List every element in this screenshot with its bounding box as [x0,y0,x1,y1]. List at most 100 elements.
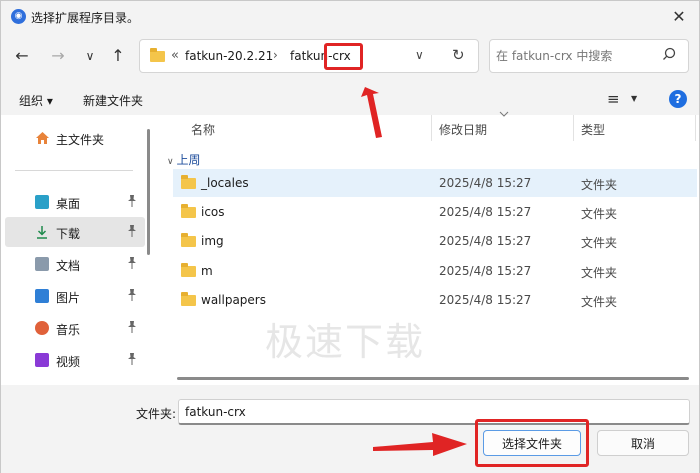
window-title: 选择扩展程序目录。 [31,11,140,25]
sidebar-item-documents[interactable]: 文档 [5,249,145,279]
watermark-text: 极速下载 [265,320,426,364]
view-options-icon[interactable]: ≡ [607,90,620,108]
file-name: _locales [201,176,249,190]
navigation-pane: 主文件夹 桌面 下载 文档 图片 音乐 视频 [1,115,151,385]
file-date: 2025/4/8 15:27 [439,234,532,248]
sidebar-item-desktop[interactable]: 桌面 [5,187,145,217]
cancel-button[interactable]: 取消 [597,430,689,456]
file-name: img [201,234,224,248]
title-bar: ◉ 选择扩展程序目录。 ✕ [1,1,699,33]
sidebar-item-videos[interactable]: 视频 [5,345,145,375]
folder-icon [181,175,196,189]
search-box[interactable] [489,39,689,73]
sidebar-item-label: 下载 [56,227,81,241]
column-header-name[interactable]: 名称 [191,121,215,138]
pin-icon[interactable] [127,321,137,336]
pin-icon[interactable] [127,289,137,304]
column-separator[interactable] [431,115,432,141]
file-row-wallpapers[interactable]: wallpapers 2025/4/8 15:27 文件夹 [173,286,697,314]
column-header-date[interactable]: 修改日期 [439,121,487,138]
help-icon[interactable]: ? [669,90,687,108]
file-date: 2025/4/8 15:27 [439,293,532,307]
column-separator[interactable] [573,115,574,141]
pin-icon[interactable] [127,353,137,368]
desktop-icon [35,195,49,209]
music-icon [35,321,49,335]
folder-icon [181,263,196,277]
file-date: 2025/4/8 15:27 [439,205,532,219]
file-type: 文件夹 [581,178,618,192]
download-icon [35,225,49,239]
app-icon: ◉ [11,9,26,24]
command-bar: 组织 ▾ 新建文件夹 ≡ ▼ ? [1,85,699,115]
file-list: 名称 修改日期 类型 ∨ 上周 _locales 2025/4/8 15:27 … [159,111,699,385]
folder-icon [181,204,196,218]
file-row-m[interactable]: m 2025/4/8 15:27 文件夹 [173,257,697,285]
sidebar-divider [15,170,133,171]
column-separator[interactable] [695,115,696,141]
sidebar-item-label: 桌面 [56,197,81,211]
annotation-highlight-address [324,43,363,70]
documents-icon [35,257,49,271]
sidebar-item-pictures[interactable]: 图片 [5,281,145,311]
folder-icon [181,233,196,247]
column-header-type[interactable]: 类型 [581,121,605,138]
horizontal-scrollbar[interactable] [177,377,689,380]
group-header-label: 上周 [176,153,201,167]
file-type: 文件夹 [581,207,618,221]
sidebar-item-music[interactable]: 音乐 [5,313,145,343]
file-type: 文件夹 [581,236,618,250]
annotation-highlight-select-button [475,419,589,467]
pictures-icon [35,289,49,303]
search-input[interactable] [496,47,656,65]
sidebar-scrollbar[interactable] [147,129,150,255]
close-button[interactable]: ✕ [667,5,691,29]
breadcrumb-item-parent[interactable]: fatkun-20.2.21 [185,49,273,63]
file-row-locales[interactable]: _locales 2025/4/8 15:27 文件夹 [173,169,697,197]
sidebar-item-home[interactable]: 主文件夹 [5,123,145,153]
dialog-footer: 文件夹: 选择文件夹 取消 [1,385,699,473]
recent-locations-button[interactable]: ∨ [79,45,101,67]
pin-icon[interactable] [127,225,137,240]
pin-icon[interactable] [127,257,137,272]
forward-button[interactable]: → [47,45,69,67]
file-dialog: ◉ 选择扩展程序目录。 ✕ ← → ∨ ↑ « fatkun-20.2.21 ›… [0,0,700,473]
file-row-img[interactable]: img 2025/4/8 15:27 文件夹 [173,227,697,255]
file-name: icos [201,205,225,219]
sort-indicator-icon [499,109,509,120]
folder-icon [150,48,165,62]
address-dropdown-icon[interactable]: ∨ [415,48,424,62]
search-icon[interactable] [662,47,676,65]
pin-icon[interactable] [127,195,137,210]
file-name: wallpapers [201,293,266,307]
sidebar-item-label: 视频 [56,355,81,369]
navigation-bar: ← → ∨ ↑ « fatkun-20.2.21 › fatkun-crx ∨ … [1,33,699,81]
refresh-icon[interactable]: ↻ [452,46,465,64]
up-button[interactable]: ↑ [107,45,129,67]
organize-menu[interactable]: 组织 ▾ [19,92,53,109]
content-area: 主文件夹 桌面 下载 文档 图片 音乐 视频 名称 修改日期 类型 ∨ 上周 _… [1,111,699,385]
address-bar[interactable]: « fatkun-20.2.21 › fatkun-crx ∨ ↻ [139,39,479,73]
file-name: m [201,264,213,278]
new-folder-button[interactable]: 新建文件夹 [83,92,143,109]
file-date: 2025/4/8 15:27 [439,176,532,190]
back-button[interactable]: ← [11,45,33,67]
sidebar-item-label: 主文件夹 [56,133,105,147]
breadcrumb-separator[interactable]: › [273,48,278,62]
sidebar-item-label: 图片 [56,291,81,305]
group-header[interactable]: ∨ 上周 [167,151,200,168]
folder-field-label: 文件夹: [136,407,177,421]
videos-icon [35,353,49,367]
sidebar-item-label: 音乐 [56,323,81,337]
file-type: 文件夹 [581,295,618,309]
home-icon [35,131,49,145]
folder-name-input[interactable] [178,399,690,425]
folder-icon [181,292,196,306]
file-date: 2025/4/8 15:27 [439,264,532,278]
view-options-dropdown-icon[interactable]: ▼ [631,94,637,103]
breadcrumb-overflow[interactable]: « [171,48,179,63]
file-type: 文件夹 [581,266,618,280]
file-row-icos[interactable]: icos 2025/4/8 15:27 文件夹 [173,198,697,226]
sidebar-item-downloads[interactable]: 下载 [5,217,145,247]
sidebar-item-label: 文档 [56,259,81,273]
